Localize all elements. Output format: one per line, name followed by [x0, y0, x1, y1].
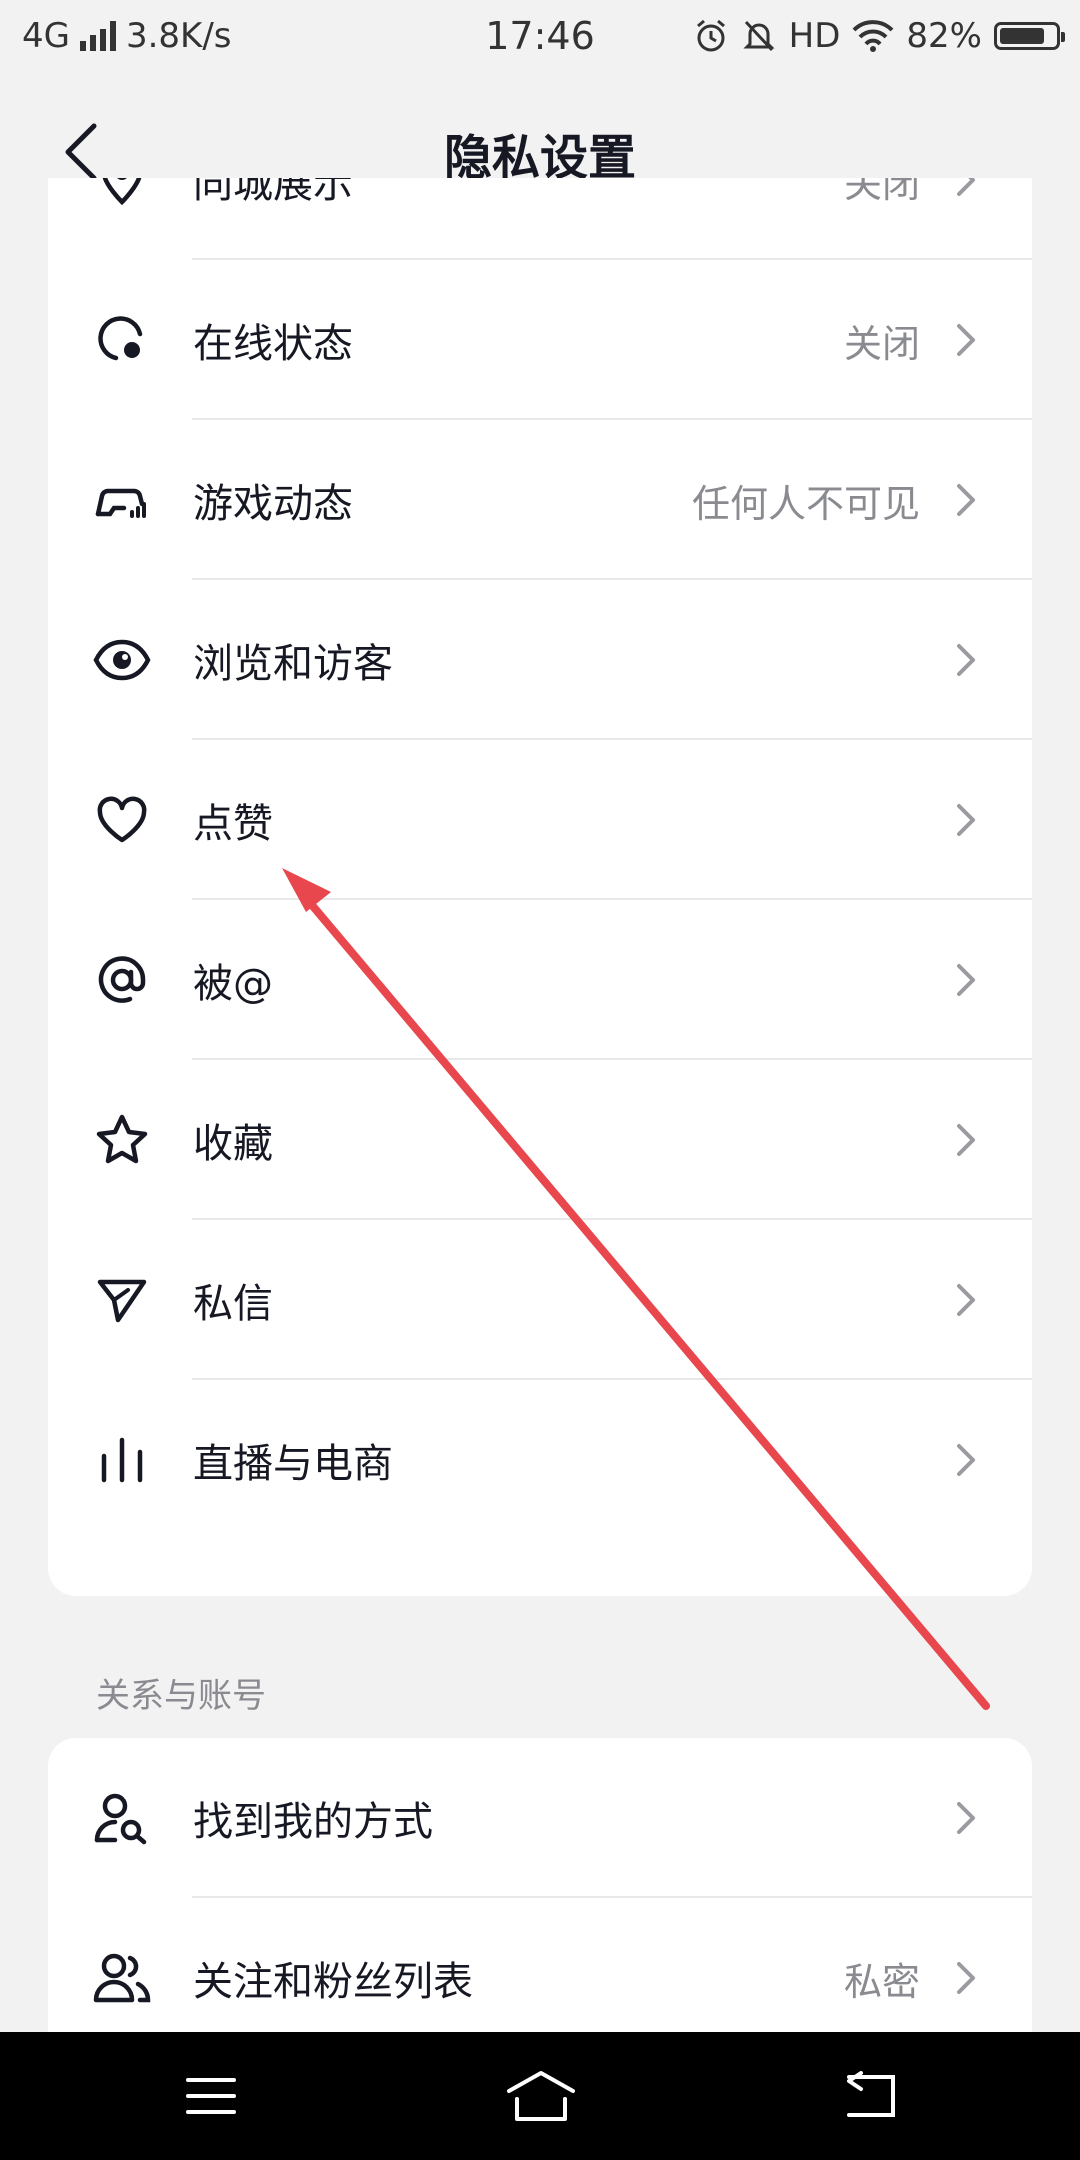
chevron-right-icon: [957, 644, 975, 676]
gamepad-icon: [92, 470, 152, 530]
setting-label: 点赞: [193, 801, 273, 847]
setting-row-online-status[interactable]: 在线状态 关闭: [48, 260, 1032, 420]
menu-icon: [186, 2078, 236, 2114]
chevron-right-icon: [957, 1284, 975, 1316]
relations-card: 找到我的方式 关注和粉丝列表 私密: [48, 1738, 1032, 2038]
privacy-settings-list: 同城展示 关闭 在线状态 关闭 游戏动态 任何人不可见 浏览和访客 点赞 被@ …: [48, 178, 1032, 1540]
chevron-right-icon: [957, 804, 975, 836]
setting-row-game-activity[interactable]: 游戏动态 任何人不可见: [48, 420, 1032, 580]
send-icon: [92, 1270, 152, 1330]
eye-icon: [92, 630, 152, 690]
chevron-right-icon: [957, 484, 975, 516]
privacy-settings-card: 同城展示 关闭 在线状态 关闭 游戏动态 任何人不可见 浏览和访客 点赞 被@ …: [48, 178, 1032, 1596]
menu-button[interactable]: [166, 2056, 256, 2136]
home-icon: [507, 2071, 575, 2121]
mute-bell-icon: [743, 20, 775, 52]
online-status-icon: [92, 310, 152, 370]
at-sign-icon: [92, 950, 152, 1010]
setting-label: 在线状态: [193, 321, 353, 367]
setting-row-find-me[interactable]: 找到我的方式: [48, 1738, 1032, 1898]
chevron-right-icon: [957, 1124, 975, 1156]
setting-label: 游戏动态: [193, 481, 353, 527]
setting-value: 关闭: [843, 321, 920, 366]
system-nav-bar: [0, 2032, 1080, 2160]
setting-row-follow-fans[interactable]: 关注和粉丝列表 私密: [48, 1898, 1032, 2038]
chevron-right-icon: [957, 1444, 975, 1476]
relations-list: 找到我的方式 关注和粉丝列表 私密: [48, 1738, 1032, 2038]
chevron-right-icon: [957, 1962, 975, 1994]
setting-value: 关闭: [843, 178, 920, 206]
bars-icon: [92, 1430, 152, 1490]
status-right: HD 82%: [693, 16, 1065, 56]
person-search-icon: [92, 1788, 152, 1848]
battery-icon: [994, 22, 1065, 50]
hd-badge: HD: [788, 16, 841, 56]
heart-icon: [92, 790, 152, 850]
chevron-right-icon: [957, 178, 975, 196]
setting-row-favorites[interactable]: 收藏: [48, 1060, 1032, 1220]
back-icon: [847, 2071, 895, 2117]
setting-value: 私密: [843, 1959, 920, 2004]
setting-label: 找到我的方式: [193, 1799, 433, 1845]
star-icon: [92, 1110, 152, 1170]
setting-value: 任何人不可见: [691, 481, 920, 526]
chevron-right-icon: [957, 1802, 975, 1834]
chevron-right-icon: [957, 324, 975, 356]
alarm-icon: [696, 19, 725, 52]
setting-row-direct-message[interactable]: 私信: [48, 1220, 1032, 1380]
setting-label: 直播与电商: [193, 1441, 393, 1487]
setting-row-likes[interactable]: 点赞: [48, 740, 1032, 900]
setting-row-live-ecommerce[interactable]: 直播与电商: [48, 1380, 1032, 1540]
setting-row-mentions[interactable]: 被@: [48, 900, 1032, 1060]
section-title-relations: 关系与账号: [96, 1676, 266, 1716]
back-nav-button[interactable]: [824, 2056, 914, 2136]
wifi-icon: [853, 20, 894, 52]
setting-label: 浏览和访客: [193, 641, 393, 687]
setting-label: 收藏: [193, 1121, 273, 1167]
setting-label: 关注和粉丝列表: [193, 1959, 473, 2005]
chevron-right-icon: [957, 964, 975, 996]
setting-label: 被@: [193, 961, 273, 1007]
home-button[interactable]: [496, 2056, 586, 2136]
setting-label: 私信: [193, 1281, 273, 1327]
people-icon: [92, 1948, 152, 2008]
setting-row-views-visitors[interactable]: 浏览和访客: [48, 580, 1032, 740]
status-bar: 4G 3.8K/s 17:46 HD 82%: [0, 0, 1080, 72]
setting-label: 同城展示: [193, 178, 353, 207]
battery-percent: 82%: [906, 16, 982, 56]
setting-row-nearby[interactable]: 同城展示 关闭: [48, 178, 1032, 260]
location-pin-icon: [92, 178, 152, 210]
